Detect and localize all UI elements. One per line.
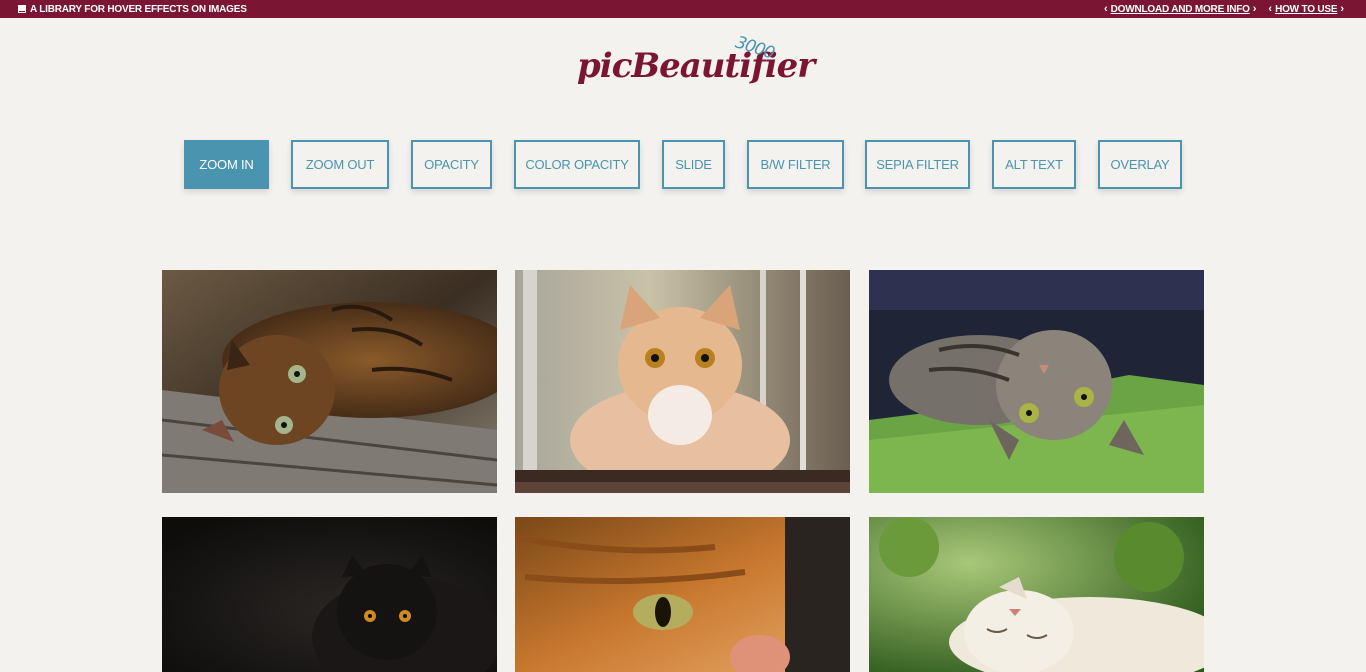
filter-color-opacity-button[interactable]: COLOR OPACITY <box>514 140 640 189</box>
tagline: A LIBRARY FOR HOVER EFFECTS ON IMAGES <box>18 4 247 15</box>
gallery-image-2[interactable] <box>515 270 850 493</box>
logo[interactable]: picBeautifier 3000 <box>575 32 815 92</box>
cat-photo-5 <box>515 517 850 672</box>
tagline-text: A LIBRARY FOR HOVER EFFECTS ON IMAGES <box>30 3 247 15</box>
chevron-right-icon: › <box>1252 2 1257 15</box>
download-link[interactable]: ‹ DOWNLOAD AND MORE INFO › <box>1103 2 1257 15</box>
how-to-use-link[interactable]: ‹ HOW TO USE › <box>1268 2 1344 15</box>
gallery-image-1[interactable] <box>162 270 497 493</box>
cat-photo-4 <box>162 517 497 672</box>
filter-zoom-out-button[interactable]: ZOOM OUT <box>291 140 389 189</box>
gallery-image-6[interactable] <box>869 517 1204 672</box>
gallery-image-5[interactable] <box>515 517 850 672</box>
cat-photo-6 <box>869 517 1204 672</box>
chevron-left-icon: ‹ <box>1103 2 1108 15</box>
filter-zoom-in-button[interactable]: ZOOM IN <box>184 140 269 189</box>
filter-overlay-button[interactable]: OVERLAY <box>1098 140 1182 189</box>
filter-bw-button[interactable]: B/W FILTER <box>747 140 844 189</box>
logo-script: picBeautifier <box>577 46 815 86</box>
filter-sepia-button[interactable]: SEPIA FILTER <box>865 140 970 189</box>
filter-opacity-button[interactable]: OPACITY <box>411 140 492 189</box>
filter-buttons: ZOOM IN ZOOM OUT OPACITY COLOR OPACITY S… <box>0 140 1366 189</box>
chevron-left-icon: ‹ <box>1268 2 1273 15</box>
book-icon <box>18 5 26 13</box>
chevron-right-icon: › <box>1340 2 1344 15</box>
cat-photo-2 <box>515 270 850 493</box>
gallery-image-3[interactable] <box>869 270 1204 493</box>
top-bar: A LIBRARY FOR HOVER EFFECTS ON IMAGES ‹ … <box>0 0 1366 18</box>
gallery-image-4[interactable] <box>162 517 497 672</box>
cat-photo-1 <box>162 270 497 493</box>
filter-slide-button[interactable]: SLIDE <box>662 140 725 189</box>
filter-alt-text-button[interactable]: ALT TEXT <box>992 140 1076 189</box>
cat-photo-3 <box>869 270 1204 493</box>
